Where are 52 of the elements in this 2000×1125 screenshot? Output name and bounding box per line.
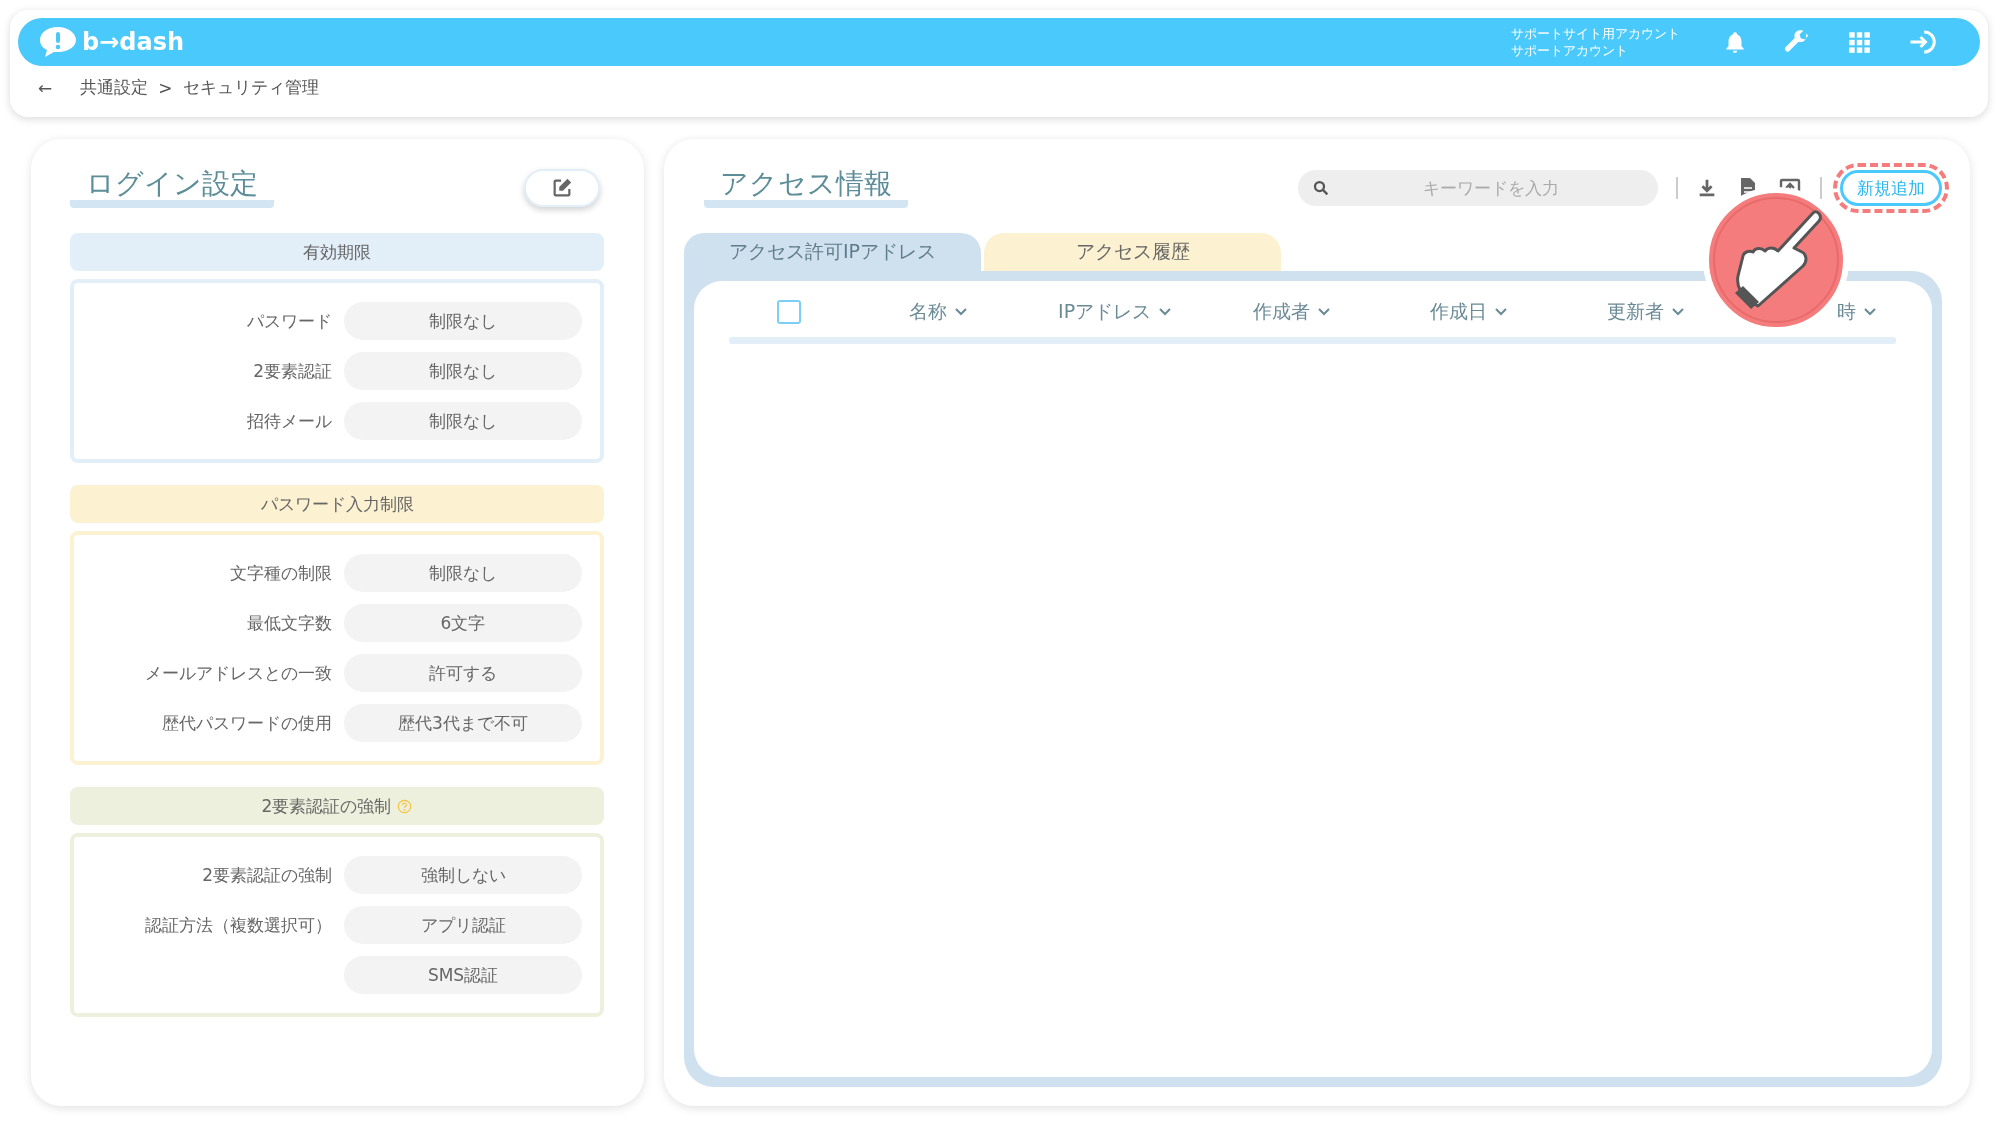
setting-label: 2要素認証の強制 bbox=[202, 864, 332, 885]
section-title: 2要素認証の強制 bbox=[261, 794, 392, 818]
setting-value: 制限なし bbox=[344, 302, 582, 340]
column-header[interactable]: 時 bbox=[1836, 299, 1856, 325]
search-icon bbox=[1312, 179, 1330, 197]
section-title: 有効期限 bbox=[303, 240, 371, 264]
setting-label: 最低文字数 bbox=[247, 612, 332, 633]
chevron-down-icon[interactable] bbox=[1672, 308, 1685, 316]
panel-title: アクセス情報 bbox=[704, 168, 908, 208]
edit-button[interactable] bbox=[524, 169, 600, 207]
tab[interactable]: アクセス許可IPアドレス bbox=[684, 233, 981, 271]
speech-bubble-icon bbox=[38, 25, 78, 59]
section-title: パスワード入力制限 bbox=[260, 492, 414, 516]
setting-label: 2要素認証 bbox=[253, 360, 332, 381]
logo-text: b→dash bbox=[82, 28, 185, 56]
breadcrumb-item[interactable]: 共通設定 bbox=[80, 76, 149, 99]
chevron-down-icon[interactable] bbox=[1495, 308, 1508, 316]
chevron-down-icon[interactable] bbox=[954, 308, 967, 316]
setting-value: 制限なし bbox=[344, 554, 582, 592]
setting-label: 招待メール bbox=[247, 410, 332, 431]
account-name: サポートサイト用アカウント bbox=[1511, 25, 1680, 42]
setting-label: 文字種の制限 bbox=[230, 562, 332, 583]
setting-value: アプリ認証 bbox=[344, 906, 582, 944]
edit-icon bbox=[551, 177, 573, 199]
chevron-down-icon[interactable] bbox=[1863, 308, 1876, 316]
setting-value: 制限なし bbox=[344, 352, 582, 390]
setting-value: 制限なし bbox=[344, 402, 582, 440]
breadcrumb-item: セキュリティ管理 bbox=[182, 76, 319, 99]
setting-value: 許可する bbox=[344, 654, 582, 692]
column-header[interactable]: 更新者 bbox=[1607, 299, 1665, 325]
setting-value: 6文字 bbox=[344, 604, 582, 642]
column-header[interactable]: 作成者 bbox=[1253, 299, 1311, 325]
breadcrumb-separator: > bbox=[158, 77, 173, 98]
setting-label: 歴代パスワードの使用 bbox=[162, 712, 332, 733]
tab[interactable]: アクセス履歴 bbox=[984, 233, 1281, 271]
back-link[interactable]: ← bbox=[38, 77, 53, 98]
setting-value: 歴代3代まで不可 bbox=[344, 704, 582, 742]
grid-menu-icon[interactable] bbox=[1846, 29, 1872, 55]
column-header[interactable]: 名称 bbox=[908, 299, 947, 325]
setting-value: SMS認証 bbox=[344, 956, 582, 994]
setting-label: メールアドレスとの一致 bbox=[145, 662, 332, 683]
chevron-down-icon[interactable] bbox=[1159, 308, 1172, 316]
chevron-down-icon[interactable] bbox=[1318, 308, 1331, 316]
account-name: サポートアカウント bbox=[1511, 42, 1629, 59]
setting-value: 強制しない bbox=[344, 856, 582, 894]
column-header[interactable]: IPアドレス bbox=[1058, 299, 1152, 325]
panel-title: ログイン設定 bbox=[70, 168, 274, 208]
checkbox[interactable] bbox=[777, 300, 801, 324]
column-header[interactable]: 作成日 bbox=[1430, 299, 1488, 325]
setting-label: パスワード bbox=[247, 310, 332, 331]
search-field[interactable]: キーワードを入力 bbox=[1298, 170, 1658, 206]
setting-label: 認証方法（複数選択可） bbox=[145, 914, 332, 935]
